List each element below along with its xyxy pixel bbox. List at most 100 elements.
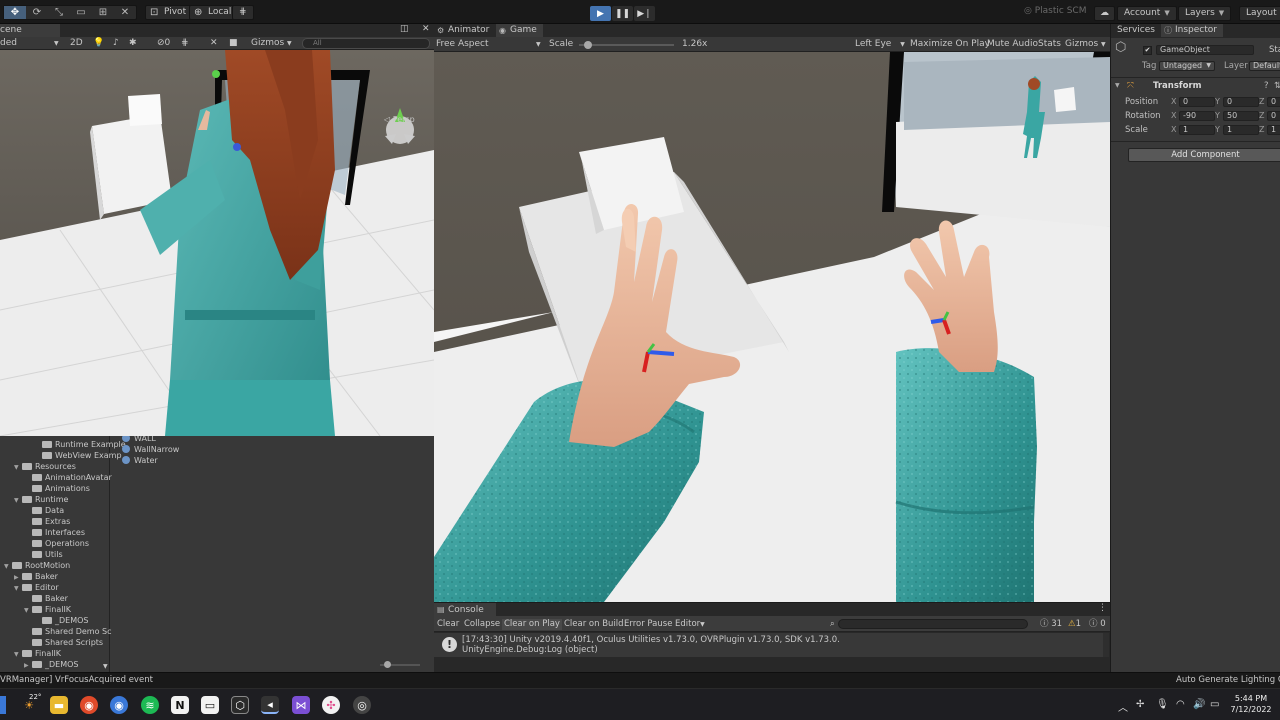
local-toggle[interactable]: ⊕ Local [189,5,239,20]
tag-dropdown[interactable]: Untagged ▼ [1159,61,1215,71]
editor-dropdown[interactable]: Editor▼ [675,619,705,630]
scale-tool-icon[interactable]: ⤡ [48,6,70,19]
asset-item[interactable]: WallNarrow [122,444,179,455]
rotation-z-field[interactable]: 0 [1267,111,1280,121]
play-button[interactable]: ▶ [590,6,611,21]
object-name-field[interactable]: GameObject [1156,45,1254,55]
maximize-on-play-toggle[interactable]: Maximize On Play [910,39,990,50]
system-clock[interactable]: 5:44 PM 7/12/2022 [1226,693,1276,715]
battery-icon[interactable]: ▭ [1210,699,1219,710]
lighting-icon[interactable]: 💡 [93,38,104,49]
hand-tool-icon[interactable]: ✥ [4,6,26,19]
pause-button[interactable]: ❚❚ [612,6,633,21]
console-scrollbar[interactable] [1103,633,1109,657]
pivot-toggle[interactable]: ⊡ Pivot [145,5,194,20]
camera-icon[interactable]: ■ [229,38,238,49]
network-share-icon[interactable]: ✢ [1136,699,1144,710]
unity-editor-icon[interactable]: ◂ [261,696,279,714]
step-button[interactable]: ▶❘ [634,6,655,21]
info-filter-toggle[interactable]: ⓘ 31 [1040,619,1062,630]
foldout-arrow-icon[interactable]: ▼ [14,495,22,506]
spotify-icon[interactable]: ≋ [141,696,159,714]
notion-icon[interactable]: N [171,696,189,714]
console-log-entry[interactable]: ! [17:43:30] Unity v2019.4.40f1, Oculus … [434,633,1104,657]
custom-tool-icon[interactable]: ✕ [114,6,136,19]
project-folder-item[interactable]: Utils [24,549,63,560]
foldout-arrow-icon[interactable]: ▼ [14,583,22,594]
settings-icon[interactable]: ⇅ [1274,80,1280,92]
tab-console[interactable]: ▤ Console [434,603,496,617]
project-folder-item[interactable]: Extras [24,516,70,527]
tools-icon[interactable]: ✕ [210,38,218,49]
file-explorer-icon[interactable]: ▬ [50,696,68,714]
game-viewport[interactable] [434,52,1110,602]
static-toggle[interactable]: Sta [1269,44,1280,56]
asset-item[interactable]: WALL [122,436,156,444]
position-y-field[interactable]: 0 [1223,97,1259,107]
position-z-field[interactable]: 0 [1267,97,1280,107]
foldout-arrow-icon[interactable]: ▼ [4,561,12,572]
project-folder-item[interactable]: Data [24,505,64,516]
layer-dropdown[interactable]: Default [1249,61,1280,71]
stats-toggle[interactable]: Stats [1038,39,1061,50]
mute-audio-toggle[interactable]: Mute Audio [987,39,1038,50]
active-checkbox[interactable]: ✔ [1143,46,1152,55]
project-folder-item[interactable]: WebView Examp [34,450,122,461]
wifi-icon[interactable]: ◠ [1176,699,1185,710]
foldout-arrow-icon[interactable]: ▼ [14,649,22,660]
error-pause-toggle[interactable]: Error Pause [624,619,672,630]
clear-on-build-toggle[interactable]: Clear on Build [564,619,624,630]
auto-lighting-status[interactable]: Auto Generate Lighting Off [1176,675,1280,685]
maximize-icon[interactable]: ◫ [400,24,409,35]
foldout-arrow-icon[interactable]: ▼ [14,462,22,473]
chrome-canary-icon[interactable]: ◉ [80,696,98,714]
status-message[interactable]: VRManager] VrFocusAcquired event [0,675,153,685]
project-folder-item[interactable]: Operations [24,538,89,549]
shading-mode-dropdown[interactable]: ded [0,38,17,49]
project-folder-item[interactable]: Shared Demo Sc [24,626,112,637]
project-folder-item[interactable]: ▼ Resources [14,461,76,472]
project-folder-item[interactable]: Runtime Example [34,439,126,450]
project-folder-item[interactable]: Baker [24,593,68,604]
slack-icon[interactable]: ✣ [322,696,340,714]
project-folder-item[interactable]: ▶ Baker [14,571,58,582]
layers-dropdown[interactable]: Layers ▼ [1178,6,1232,21]
project-folder-item[interactable]: _DEMOS [34,615,89,626]
project-folder-item[interactable]: ▼ RootMotion [4,560,70,571]
grid-snap-button[interactable]: ⋕ [232,5,254,20]
warning-filter-toggle[interactable]: ⚠1 [1068,619,1081,630]
clear-on-play-toggle[interactable]: Clear on Play [502,619,562,630]
search-icon[interactable]: ⌕ [830,619,835,630]
unity-hub-icon[interactable]: ⬡ [231,696,249,714]
tab-game[interactable]: ◉ Game [496,24,543,37]
add-component-button[interactable]: Add Component [1128,148,1280,162]
position-x-field[interactable]: 0 [1179,97,1215,107]
mode-2d-button[interactable]: 2D [70,38,83,49]
cloud-button[interactable]: ☁ [1094,6,1115,21]
layout-dropdown[interactable]: Layout [1239,6,1280,21]
scale-z-field[interactable]: 1 [1267,125,1280,135]
transform-tool-icon[interactable]: ⊞ [92,6,114,19]
gizmos-dropdown[interactable]: Gizmos ▼ [251,38,292,49]
tab-inspector[interactable]: ⓘ Inspector [1161,24,1223,37]
asset-item[interactable]: Water [122,455,158,466]
rect-tool-icon[interactable]: ▭ [70,6,92,19]
scroll-down-icon[interactable]: ▼ [103,661,108,672]
project-folder-item[interactable]: Animations [24,483,90,494]
project-folder-item[interactable]: ▶ _DEMOS [24,659,79,670]
help-icon[interactable]: ? [1264,80,1269,92]
gizmos-dropdown[interactable]: Gizmos ▼ [1065,39,1106,50]
grid-toggle-icon[interactable]: ⋕ [181,38,189,49]
foldout-arrow-icon[interactable]: ▶ [24,660,32,671]
visual-studio-icon[interactable]: ⋈ [292,696,310,714]
aspect-dropdown[interactable]: Free Aspect [436,39,489,50]
project-folder-item[interactable]: Interfaces [24,527,85,538]
asset-zoom-handle[interactable] [384,661,391,668]
rotate-tool-icon[interactable]: ⟳ [26,6,48,19]
scale-slider-track[interactable] [579,44,674,46]
hidden-objects-icon[interactable]: ⊘0 [157,38,170,49]
account-dropdown[interactable]: Account ▼ [1117,6,1177,21]
scale-y-field[interactable]: 1 [1223,125,1259,135]
tab-scene[interactable]: cene [0,24,60,37]
eye-dropdown[interactable]: Left Eye ▼ [855,39,905,50]
